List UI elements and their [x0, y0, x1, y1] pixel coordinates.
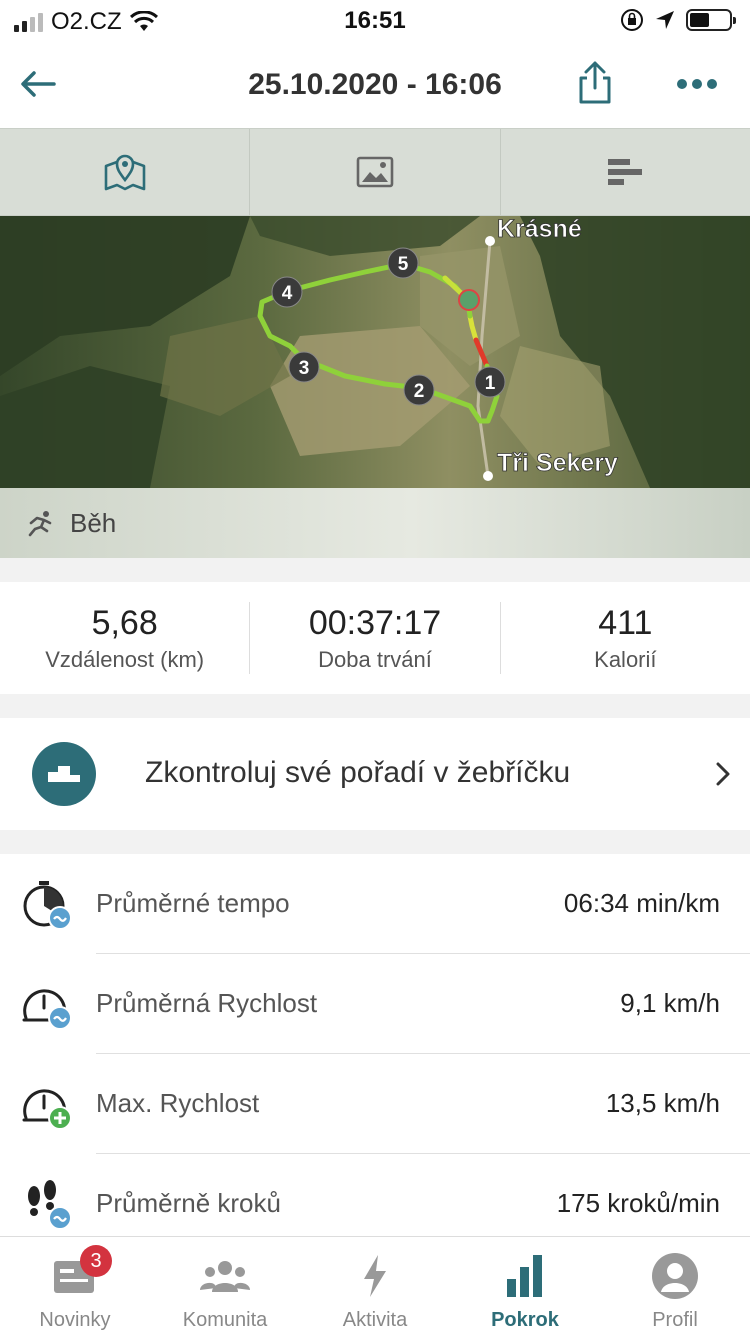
chevron-right-icon	[716, 762, 730, 786]
tab-stats[interactable]	[501, 129, 750, 215]
km-marker-label: 4	[282, 283, 293, 304]
stats-bars-icon	[608, 159, 643, 185]
runner-icon	[28, 511, 52, 537]
nav-label: Komunita	[182, 1309, 268, 1331]
route-map[interactable]: 1 2 3 4 5 Krásné Tři Sekery	[0, 216, 750, 488]
stat-label: Vzdálenost (km)	[45, 647, 205, 672]
nav-community[interactable]: Komunita	[150, 1237, 300, 1334]
view-tabs	[0, 128, 750, 216]
summary-stats: 5,68 Vzdálenost (km) 00:37:17 Doba trván…	[0, 582, 750, 694]
metric-name: Max. Rychlost	[96, 1088, 260, 1118]
stat-label: Kalorií	[594, 647, 657, 672]
nav-label: Profil	[652, 1309, 698, 1331]
stat-calories: 411 Kalorií	[501, 602, 750, 674]
community-icon	[200, 1261, 250, 1292]
battery-icon	[686, 9, 736, 31]
metric-row-avg-steps: Průměrně kroků 175 kroků/min	[0, 1154, 750, 1236]
metric-value: 06:34 min/km	[563, 888, 720, 918]
metrics-list: Průměrné tempo 06:34 min/km Průměrná Ryc…	[0, 854, 750, 1236]
rotation-lock-icon	[621, 9, 643, 31]
activity-type-bar: Běh	[0, 488, 750, 558]
nav-news[interactable]: 3 Novinky	[0, 1237, 150, 1334]
nav-label: Aktivita	[342, 1309, 408, 1331]
km-marker-label: 5	[398, 254, 409, 275]
metric-value: 13,5 km/h	[605, 1088, 720, 1118]
share-icon[interactable]	[575, 60, 615, 106]
notification-badge: 3	[80, 1245, 112, 1277]
activity-type-label: Běh	[70, 507, 117, 538]
km-marker-label: 2	[414, 381, 425, 402]
stat-duration: 00:37:17 Doba trvání	[250, 602, 501, 674]
location-icon	[656, 11, 674, 29]
metric-value: 175 kroků/min	[556, 1188, 720, 1218]
speedometer-max-icon	[22, 1089, 72, 1130]
km-marker-label: 1	[485, 373, 496, 394]
metric-name: Průměrně kroků	[96, 1188, 281, 1218]
stat-distance: 5,68 Vzdálenost (km)	[0, 602, 251, 674]
metric-row-avg-speed: Průměrná Rychlost 9,1 km/h	[0, 954, 750, 1054]
place-label: Tři Sekery	[497, 449, 618, 477]
stat-label: Doba trvání	[318, 647, 432, 672]
footsteps-avg-icon	[28, 1180, 72, 1230]
stat-value: 00:37:17	[308, 604, 442, 642]
satellite-map: 1 2 3 4 5 Krásné Tři Sekery	[0, 216, 750, 488]
podium-icon	[32, 742, 96, 806]
stat-value: 5,68	[91, 604, 158, 642]
map-icon	[104, 154, 145, 191]
metric-row-max-speed: Max. Rychlost 13,5 km/h	[0, 1054, 750, 1154]
tab-map[interactable]	[0, 129, 251, 215]
metric-value: 9,1 km/h	[620, 988, 720, 1018]
metric-name: Průměrná Rychlost	[96, 988, 318, 1018]
image-icon	[356, 156, 394, 188]
status-bar: O2.CZ 16:51	[0, 0, 750, 40]
nav-label: Novinky	[39, 1309, 111, 1331]
metric-name: Průměrné tempo	[96, 888, 290, 918]
tab-photos[interactable]	[250, 129, 501, 215]
stat-value: 411	[598, 604, 653, 642]
nav-progress[interactable]: Pokrok	[450, 1237, 600, 1334]
leaderboard-link[interactable]: Zkontroluj své pořadí v žebříčku	[0, 718, 750, 830]
lightning-icon	[364, 1255, 386, 1297]
bottom-navigation: 3 Novinky Komunita Aktivita Pokrok Profi…	[0, 1236, 750, 1334]
activity-detail-screen: O2.CZ 16:51 25.10.2020 - 16:06 1 2 3 4 5…	[0, 0, 750, 1334]
page-title: 25.10.2020 - 16:06	[248, 68, 502, 101]
more-options-icon[interactable]	[676, 74, 718, 94]
progress-bars-icon	[507, 1255, 542, 1297]
leaderboard-text: Zkontroluj své pořadí v žebříčku	[145, 756, 571, 789]
km-marker-label: 3	[299, 358, 310, 379]
nav-activity[interactable]: Aktivita	[300, 1237, 450, 1334]
metric-row-avg-pace: Průměrné tempo 06:34 min/km	[0, 854, 750, 954]
top-bar: 25.10.2020 - 16:06	[0, 40, 750, 128]
stopwatch-avg-icon	[23, 881, 72, 930]
place-label: Krásné	[497, 216, 582, 243]
nav-profile[interactable]: Profil	[600, 1237, 750, 1334]
profile-icon	[652, 1253, 698, 1299]
nav-label: Pokrok	[491, 1309, 559, 1331]
speedometer-avg-icon	[22, 989, 72, 1030]
